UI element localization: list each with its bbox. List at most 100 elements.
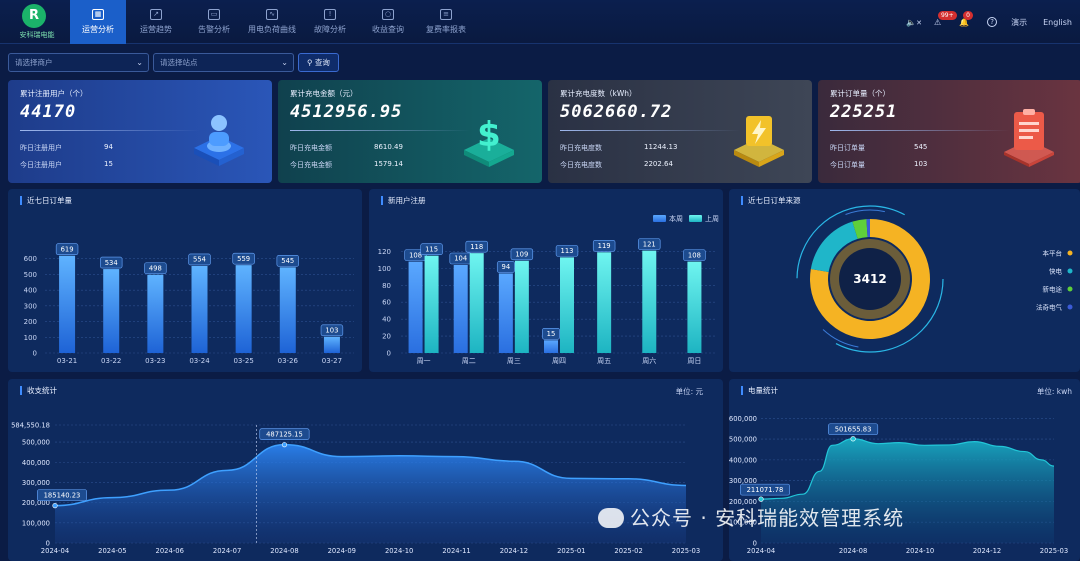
analysis-icon: ▦ <box>92 9 104 20</box>
svg-text:$: $ <box>477 115 501 155</box>
bar-this-week <box>453 265 468 353</box>
nav-label: 用电负荷曲线 <box>248 25 296 34</box>
nav-item-fault-analysis[interactable]: ! 故障分析 <box>302 0 358 44</box>
data-label: 104 <box>454 255 467 263</box>
monitor-icon: ▭ <box>208 9 220 20</box>
revenue-area-chart: 584,550.180100,000200,000300,000400,0005… <box>11 422 700 556</box>
bar <box>323 336 340 353</box>
kpi-card-energy: 累计充电度数（kWh） 5062660.72 昨日充电度数 11244.13 今… <box>548 80 812 183</box>
data-point <box>850 436 856 442</box>
divider <box>830 130 1010 131</box>
nav-label: 收益查询 <box>372 25 404 34</box>
nav-item-rate-report[interactable]: ≡ 复费率报表 <box>418 0 474 44</box>
x-tick-label: 周三 <box>507 357 521 365</box>
y-tick-label: 400,000 <box>729 456 757 464</box>
x-tick-label: 2024-04 <box>747 547 775 555</box>
nav-label: 复费率报表 <box>426 25 466 34</box>
kpi-value: 44170 <box>20 102 77 122</box>
data-label: 103 <box>325 327 338 335</box>
kpi-value: 4512956.95 <box>290 102 403 122</box>
data-label: 211071.78 <box>747 486 784 494</box>
mute-icon[interactable]: 🔈✕ <box>906 18 922 27</box>
nav-item-operation-analysis[interactable]: ▦ 运营分析 <box>70 0 126 44</box>
legend-label: 新电途 <box>1043 285 1063 294</box>
data-label: 115 <box>425 245 438 253</box>
y-tick-label: 40 <box>382 316 391 324</box>
help-icon[interactable]: ? <box>987 17 998 27</box>
nav-item-alarm-analysis[interactable]: ▭ 告警分析 <box>186 0 242 44</box>
x-tick-label: 2025-03 <box>1040 547 1068 555</box>
y-tick-label: 100 <box>378 265 391 273</box>
bar-this-week <box>544 340 558 353</box>
chevron-down-icon: ⌄ <box>281 58 288 67</box>
data-point <box>281 442 288 448</box>
nav-label: 告警分析 <box>198 25 230 34</box>
data-label: 501655.83 <box>835 425 872 433</box>
y-tick-label: 300 <box>24 302 37 310</box>
alarm-icon[interactable]: ⚠ 99+ <box>934 10 957 27</box>
center-value: 3412 <box>853 272 886 286</box>
panel-revenue: 收支统计 单位: 元 584,550.18 0 100,000 200,000 300,… <box>8 379 723 561</box>
legend-label: 法奇电气 <box>1036 303 1063 312</box>
x-tick-label: 2024-05 <box>98 547 126 555</box>
kpi-value: 225251 <box>830 102 898 122</box>
data-label: 487125.15 <box>266 430 303 438</box>
kpi-card-users: 累计注册用户（个） 44170 昨日注册用户 94 今日注册用户 15 <box>8 80 272 183</box>
nav-item-load-curve[interactable]: ∿ 用电负荷曲线 <box>244 0 300 44</box>
legend-label: 本平台 <box>1043 249 1063 258</box>
query-button[interactable]: ⚲ 查询 <box>298 53 339 72</box>
x-tick-label: 2024-08 <box>839 547 867 555</box>
station-select[interactable]: 请选择站点 ⌄ <box>153 53 294 72</box>
kpi-row1-label: 昨日订单量 <box>830 144 865 152</box>
fault-icon: ! <box>324 9 336 20</box>
legend-swatch <box>689 215 702 222</box>
bar-last-week <box>469 253 484 353</box>
x-tick-label: 2024-09 <box>328 547 356 555</box>
kpi-row2-label: 今日充电金额 <box>290 161 332 169</box>
filter-bar: 请选择商户 ⌄ 请选择站点 ⌄ ⚲ 查询 <box>8 53 339 73</box>
kpi-card-orders: 累计订单量（个） 225251 昨日订单量 545 今日订单量 103 <box>818 80 1080 183</box>
search-icon: ⚲ <box>307 58 315 67</box>
x-tick-label: 2025-01 <box>557 547 585 555</box>
energy-area-chart: 0100,000200,000300,000400,000500,000600,… <box>729 415 1068 555</box>
x-tick-label: 03-24 <box>189 357 210 365</box>
data-label: 15 <box>547 330 556 338</box>
panel-new-users: 新用户注册 0 20 40 60 80 100 120 本周 上周 108 115 周一 104 118 周… <box>369 189 723 372</box>
nav-item-operation-trend[interactable]: ↗ 运营趋势 <box>128 0 184 44</box>
data-label: 545 <box>281 257 294 265</box>
kpi-row2-value: 15 <box>104 160 113 168</box>
y-tick-label: 300,000 <box>22 479 50 487</box>
x-tick-label: 2024-04 <box>41 547 69 555</box>
merchant-select[interactable]: 请选择商户 ⌄ <box>8 53 149 72</box>
y-tick-label: 500 <box>24 271 37 279</box>
demo-link[interactable]: 演示 <box>1011 17 1027 28</box>
kpi-value: 5062660.72 <box>560 102 673 122</box>
panel-order-sources: 近七日订单来源 3412 本平台 快电 新电途 法奇电气 <box>729 189 1080 372</box>
kpi-row1-value: 11244.13 <box>644 143 678 151</box>
x-tick-label: 2024-06 <box>156 547 184 555</box>
y-tick-label: 400,000 <box>22 459 50 467</box>
bar-last-week <box>597 252 612 353</box>
bell-icon[interactable]: 🔔 0 <box>959 10 973 27</box>
bar <box>235 265 252 353</box>
data-label: 554 <box>193 256 206 264</box>
legend-dot <box>1067 286 1073 292</box>
x-tick-label: 周六 <box>642 356 656 365</box>
kpi-card-amount: 累计充电金额（元） 4512956.95 昨日充电金额 8610.49 今日充电… <box>278 80 542 183</box>
x-tick-label: 03-22 <box>101 357 121 365</box>
brand-logo[interactable]: R 安科瑞电能 <box>8 4 64 40</box>
nav-label: 故障分析 <box>314 25 346 34</box>
order-sources-donut: 3412 本平台快电新电途法奇电气 <box>796 205 1073 353</box>
y-tick-label: 60 <box>382 299 391 307</box>
y-tick-label: 20 <box>382 333 391 341</box>
nav-item-revenue-query[interactable]: ○ 收益查询 <box>360 0 416 44</box>
data-label: 94 <box>502 263 511 271</box>
brand-name: 安科瑞电能 <box>19 31 55 39</box>
data-label: 108 <box>409 251 422 259</box>
y-tick-label: 100 <box>24 334 37 342</box>
bar-this-week <box>408 261 423 353</box>
language-switch[interactable]: English <box>1043 18 1072 27</box>
bell-badge: 0 <box>963 10 973 20</box>
y-tick-label: 120 <box>378 248 391 256</box>
bar-last-week <box>687 261 702 353</box>
